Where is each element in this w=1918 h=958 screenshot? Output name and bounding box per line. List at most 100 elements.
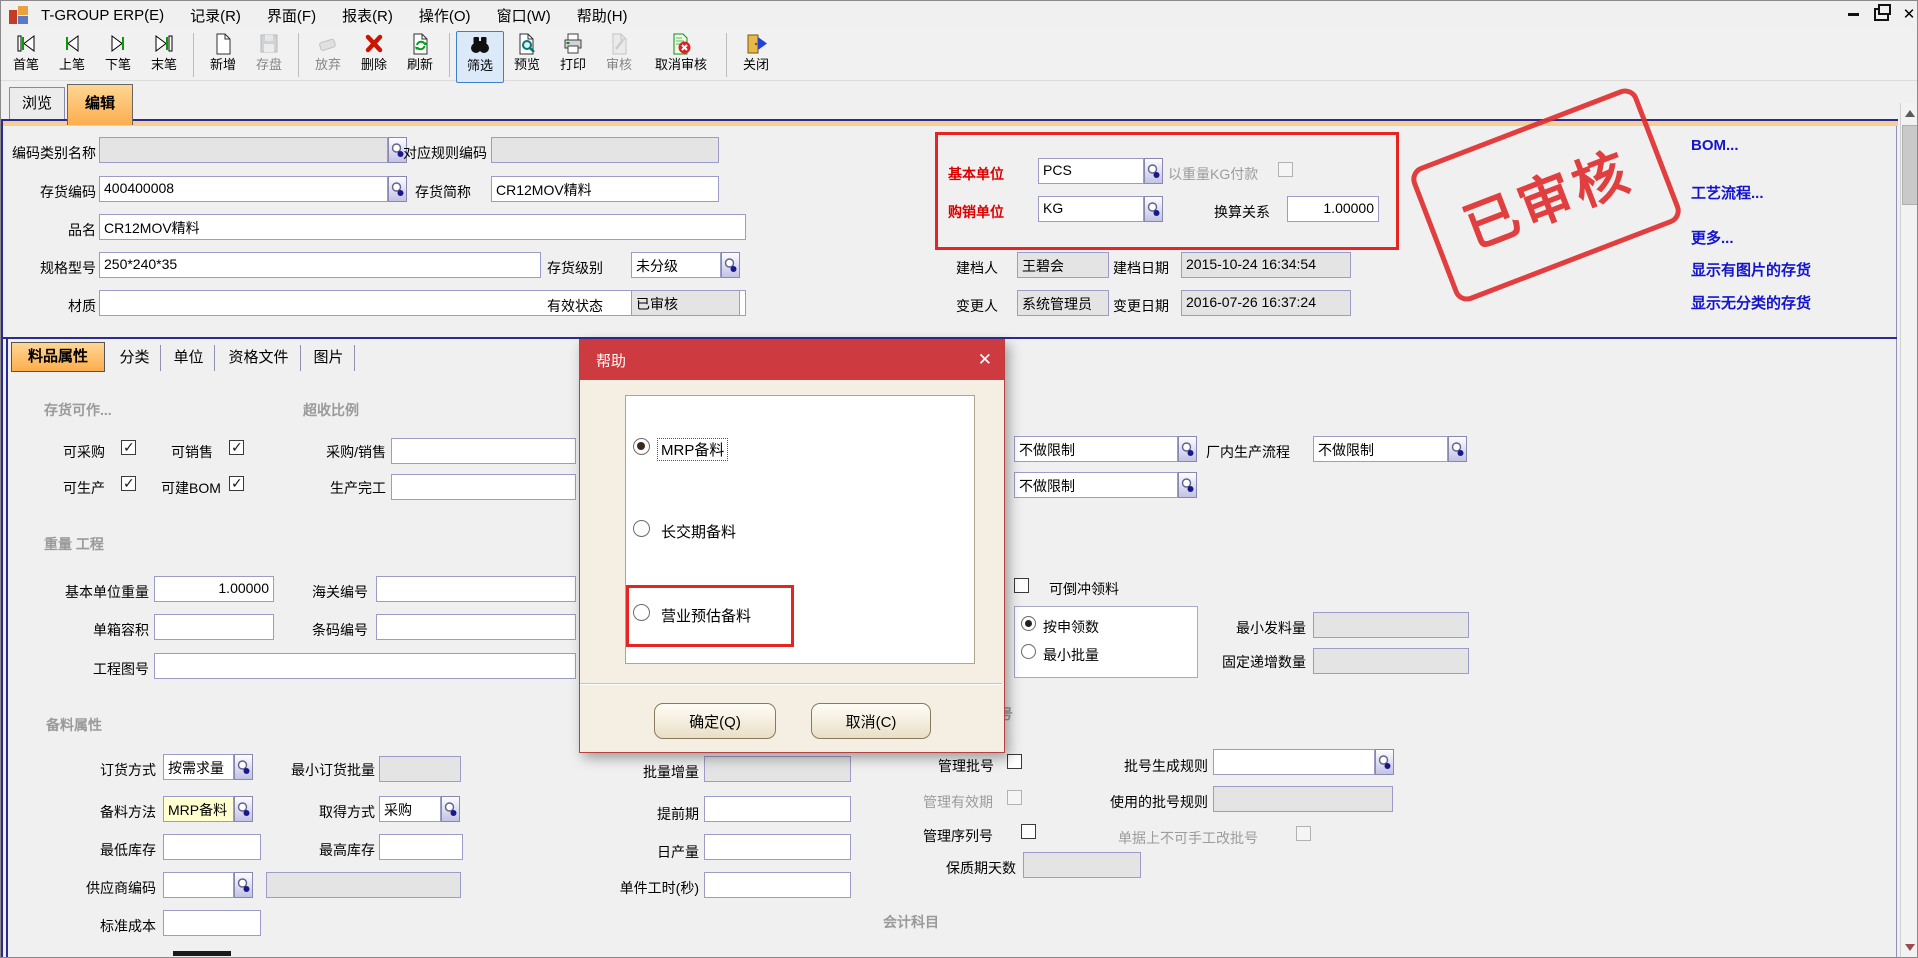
restriction-2-lookup-icon[interactable] [1178, 472, 1197, 498]
tab-browse[interactable]: 浏览 [9, 87, 65, 119]
subtab-item-attributes[interactable]: 料品属性 [11, 342, 105, 372]
vertical-scrollbar[interactable] [1900, 103, 1918, 958]
purchasable-checkbox[interactable] [121, 440, 136, 455]
inventory-code-lookup-icon[interactable] [388, 176, 407, 202]
subtab-qualification-files[interactable]: 资格文件 [217, 345, 301, 371]
ok-button[interactable]: 确定(Q) [654, 703, 776, 739]
manage-serial-checkbox[interactable] [1021, 824, 1036, 839]
long-leadtime-option-label[interactable]: 长交期备料 [661, 521, 736, 542]
menu-window[interactable]: 窗口(W) [484, 5, 564, 26]
sales-forecast-radio[interactable] [633, 604, 650, 621]
restriction-1-lookup-icon[interactable] [1178, 436, 1197, 462]
drawing-number-field[interactable] [154, 653, 576, 679]
toolbar-refresh-button[interactable]: 刷新 [397, 31, 443, 79]
toolbar-close-button[interactable]: 关闭 [733, 31, 779, 79]
inventory-level-field[interactable]: 未分级 [631, 252, 721, 278]
barcode-field[interactable] [376, 614, 576, 640]
order-mode-lookup-icon[interactable] [234, 754, 253, 780]
prepare-method-lookup-icon[interactable] [234, 796, 253, 822]
dialog-close-icon[interactable]: ✕ [978, 350, 992, 370]
manage-batch-checkbox[interactable] [1007, 754, 1022, 769]
minimize-icon[interactable] [1842, 5, 1864, 23]
base-weight-field[interactable]: 1.00000 [154, 576, 274, 602]
order-mode-field[interactable]: 按需求量 [163, 754, 234, 780]
prepare-method-field[interactable]: MRP备料 [163, 796, 234, 822]
base-unit-lookup-icon[interactable] [1144, 158, 1163, 184]
menu-help[interactable]: 帮助(H) [564, 5, 641, 26]
long-leadtime-radio[interactable] [633, 520, 650, 537]
trade-unit-field[interactable]: KG [1038, 196, 1144, 222]
backflush-checkbox[interactable] [1014, 578, 1029, 593]
toolbar-print-button[interactable]: 打印 [550, 31, 596, 79]
min-batch-radio[interactable] [1021, 644, 1036, 659]
customs-code-field[interactable] [376, 576, 576, 602]
sellable-checkbox[interactable] [229, 440, 244, 455]
inventory-level-lookup-icon[interactable] [721, 252, 740, 278]
box-volume-field[interactable] [154, 614, 274, 640]
subtab-pictures[interactable]: 图片 [303, 345, 355, 371]
show-unclassified-link[interactable]: 显示无分类的存货 [1691, 292, 1811, 313]
scroll-down-icon[interactable] [1901, 937, 1918, 957]
menu-app[interactable]: T-GROUP ERP(E) [28, 7, 177, 24]
more-link[interactable]: 更多... [1691, 227, 1734, 248]
restriction-field-1[interactable]: 不做限制 [1014, 436, 1178, 462]
product-name-field[interactable]: CR12MOV精料 [99, 214, 746, 240]
inventory-abbr-field[interactable]: CR12MOV精料 [491, 176, 719, 202]
show-with-image-link[interactable]: 显示有图片的存货 [1691, 259, 1811, 280]
cancel-button[interactable]: 取消(C) [811, 703, 931, 739]
restore-icon[interactable] [1870, 5, 1892, 23]
acquire-mode-lookup-icon[interactable] [441, 796, 460, 822]
daily-output-field[interactable] [704, 834, 851, 860]
acquire-mode-field[interactable]: 采购 [379, 796, 441, 822]
factory-flow-field[interactable]: 不做限制 [1313, 436, 1448, 462]
producible-checkbox[interactable] [121, 476, 136, 491]
close-icon[interactable]: ✕ [1898, 5, 1918, 23]
toolbar-filter-button[interactable]: 筛选 [456, 31, 504, 83]
max-stock-field[interactable] [379, 834, 463, 860]
unit-hours-field[interactable] [704, 872, 851, 898]
coding-category-field[interactable] [99, 137, 388, 163]
over-purchase-field[interactable] [391, 438, 576, 464]
toolbar-preview-button[interactable]: 预览 [504, 31, 550, 79]
menu-interface[interactable]: 界面(F) [254, 5, 329, 26]
mrp-prepare-radio[interactable] [633, 438, 650, 455]
rule-code-field[interactable] [491, 137, 719, 163]
scroll-up-icon[interactable] [1901, 103, 1918, 123]
mrp-prepare-option-label[interactable]: MRP备料 [657, 438, 728, 461]
can-bom-checkbox[interactable] [229, 476, 244, 491]
spec-field[interactable]: 250*240*35 [99, 252, 541, 278]
factory-flow-lookup-icon[interactable] [1448, 436, 1467, 462]
menu-report[interactable]: 报表(R) [329, 5, 406, 26]
menu-operate[interactable]: 操作(O) [406, 5, 484, 26]
restriction-field-2[interactable]: 不做限制 [1014, 472, 1178, 498]
toolbar-last-button[interactable]: 末笔 [141, 31, 187, 79]
toolbar-new-button[interactable]: 新增 [200, 31, 246, 79]
toolbar-first-button[interactable]: 首笔 [3, 31, 49, 79]
inventory-code-field[interactable]: 400400008 [99, 176, 388, 202]
toolbar-delete-button[interactable]: 删除 [351, 31, 397, 79]
leadtime-field[interactable] [704, 796, 851, 822]
toolbar-cancel-audit-button[interactable]: 取消审核 [642, 31, 720, 79]
min-stock-field[interactable] [163, 834, 261, 860]
base-unit-field[interactable]: PCS [1038, 158, 1144, 184]
batch-rule-field[interactable] [1213, 749, 1375, 775]
sales-forecast-option-label[interactable]: 营业预估备料 [661, 605, 751, 626]
tab-edit[interactable]: 编辑 [67, 84, 133, 125]
by-request-radio[interactable] [1021, 616, 1036, 631]
conversion-field[interactable]: 1.00000 [1287, 196, 1379, 222]
bom-link[interactable]: BOM... [1691, 137, 1739, 154]
batch-rule-lookup-icon[interactable] [1375, 749, 1394, 775]
over-production-field[interactable] [391, 474, 576, 500]
subtab-classification[interactable]: 分类 [109, 345, 161, 371]
trade-unit-lookup-icon[interactable] [1144, 196, 1163, 222]
subtab-units[interactable]: 单位 [163, 345, 215, 371]
menu-record[interactable]: 记录(R) [177, 5, 254, 26]
help-dialog-titlebar[interactable]: 帮助 [580, 340, 1004, 380]
process-flow-link[interactable]: 工艺流程... [1691, 182, 1764, 203]
scrollbar-thumb[interactable] [1902, 125, 1918, 205]
toolbar-prev-button[interactable]: 上笔 [49, 31, 95, 79]
supplier-code-field[interactable] [163, 872, 234, 898]
toolbar-next-button[interactable]: 下笔 [95, 31, 141, 79]
std-cost-field[interactable] [163, 910, 261, 936]
supplier-code-lookup-icon[interactable] [234, 872, 253, 898]
